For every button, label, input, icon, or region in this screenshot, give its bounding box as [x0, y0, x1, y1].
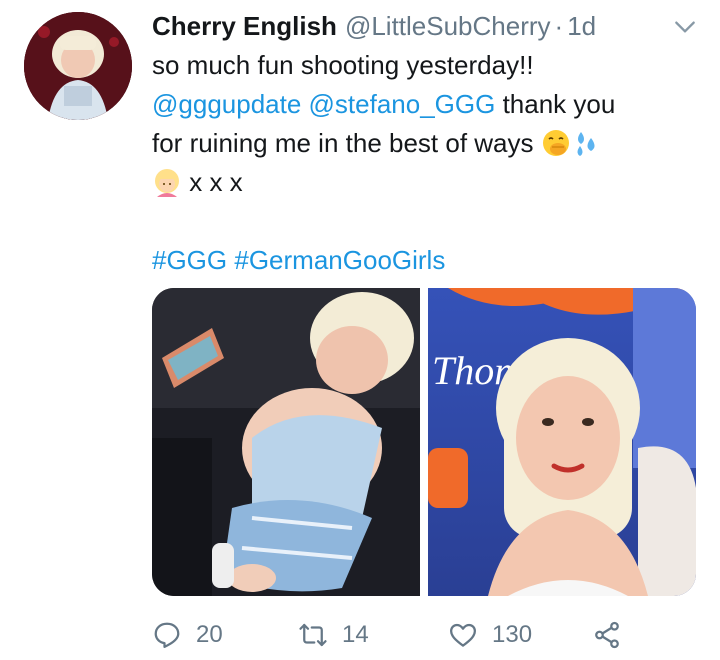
hashtag-link[interactable]: #GGG — [152, 245, 227, 275]
retweet-button[interactable]: 14 — [298, 614, 369, 656]
blonde-person-emoji — [155, 169, 179, 197]
photo-selfie-dark-room — [152, 288, 420, 596]
heart-icon — [450, 623, 476, 647]
tweet-text-line: @gggupdate @stefano_GGG thank you — [152, 85, 700, 124]
avatar[interactable] — [24, 12, 132, 120]
tweet-actions: 20 14 130 — [152, 614, 700, 656]
tweet-text-line: for ruining me in the best of ways — [152, 124, 700, 163]
tweet-text-segment: thank you — [495, 89, 616, 119]
timestamp[interactable]: 1d — [567, 11, 596, 42]
like-count: 130 — [492, 621, 533, 648]
reply-button[interactable]: 20 — [152, 614, 223, 656]
tweet-header: Cherry English @LittleSubCherry · 1d — [152, 6, 700, 46]
tweet-text-line: x x x — [152, 163, 700, 202]
hashtag-link[interactable]: #GermanGooGirls — [234, 245, 445, 275]
media-grid: Thom — [152, 288, 696, 596]
tweet-text-line: #GGG #GermanGooGirls — [152, 241, 700, 280]
retweet-count: 14 — [342, 621, 369, 648]
avatar-image — [24, 12, 132, 120]
separator-dot: · — [554, 10, 564, 41]
chevron-down-icon[interactable] — [672, 14, 698, 40]
hand-over-mouth-emoji — [542, 130, 569, 156]
like-button[interactable]: 130 — [448, 614, 532, 656]
tweet-text-segment: for ruining me in the best of ways — [152, 128, 541, 158]
retweet-icon — [299, 623, 327, 647]
tweet-text-line: so much fun shooting yesterday!! — [152, 50, 534, 80]
mention-link[interactable]: @gggupdate — [152, 89, 301, 119]
tweet-photo-2[interactable]: Thom — [428, 288, 696, 596]
display-name[interactable]: Cherry English — [152, 11, 337, 42]
share-icon — [595, 621, 619, 649]
photo-selfie-blue-backdrop: Thom — [428, 288, 696, 596]
tweet[interactable]: Cherry English @LittleSubCherry · 1d so … — [0, 0, 720, 660]
reply-count: 20 — [196, 621, 223, 648]
reply-icon — [154, 622, 180, 648]
tweet-photo-1[interactable] — [152, 288, 420, 596]
user-handle[interactable]: @LittleSubCherry — [345, 11, 551, 42]
share-button[interactable] — [592, 614, 636, 656]
tweet-text-segment: x x x — [182, 167, 243, 197]
mention-link[interactable]: @stefano_GGG — [309, 89, 496, 119]
sweat-droplets-emoji — [577, 132, 595, 156]
tweet-text: so much fun shooting yesterday!! @gggupd… — [152, 46, 700, 280]
